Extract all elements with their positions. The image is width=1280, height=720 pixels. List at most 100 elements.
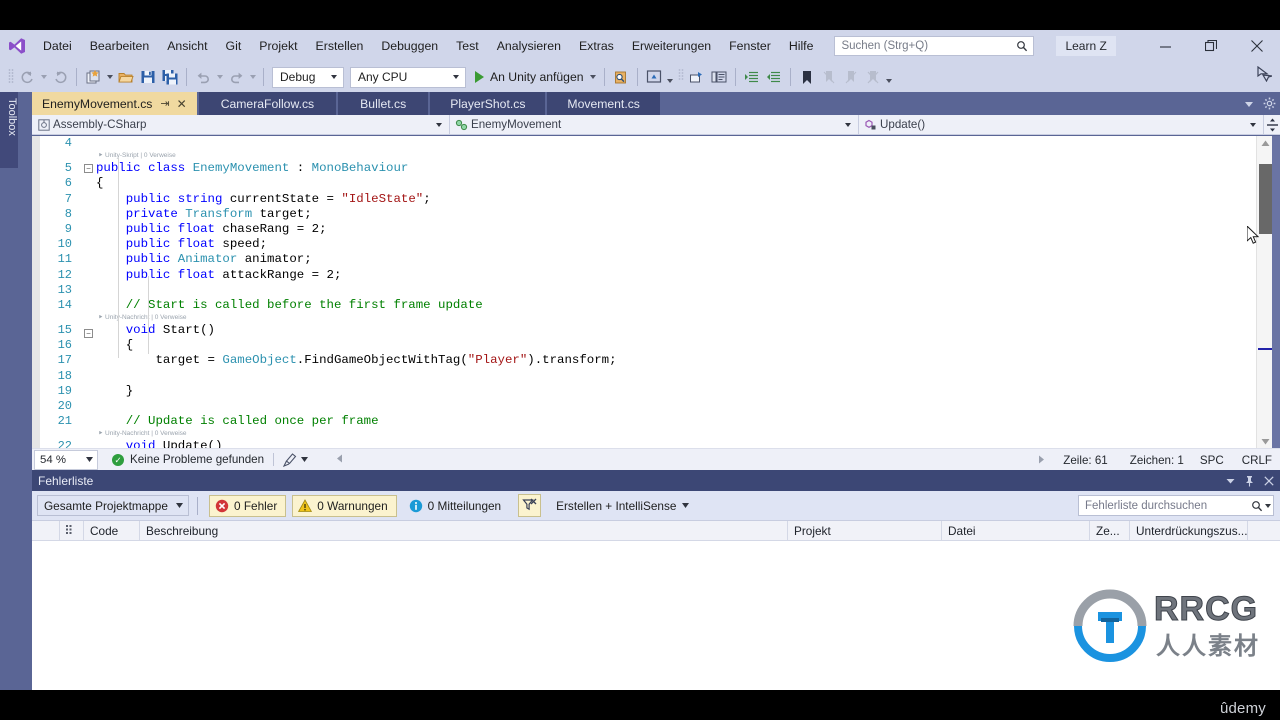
close-button[interactable] — [1234, 30, 1280, 62]
gear-icon[interactable] — [1260, 94, 1278, 114]
column-header-unterdr-ckungszus[interactable]: Unterdrückungszus... — [1130, 521, 1248, 540]
messages-filter-button[interactable]: 0 Mitteilungen — [403, 495, 510, 517]
code-line[interactable]: // Update is called once per frame — [96, 414, 1248, 429]
code-line[interactable]: public Animator animator; — [96, 252, 1248, 267]
code-line[interactable] — [96, 136, 1248, 151]
scroll-up-icon[interactable] — [1257, 136, 1273, 150]
code-surface[interactable]: 45678910111213141516171819202122 −−− ⯈ U… — [40, 136, 1248, 448]
menu-ansicht[interactable]: Ansicht — [158, 30, 216, 62]
live-share-dropdown-icon[interactable] — [665, 70, 676, 92]
menu-test[interactable]: Test — [447, 30, 488, 62]
next-bookmark-icon[interactable] — [840, 66, 862, 88]
codelens-annotation[interactable]: ⯈ Unity-Skript | 0 Verweise — [96, 151, 1248, 161]
code-text[interactable]: ⯈ Unity-Skript | 0 Verweise public class … — [96, 136, 1248, 448]
column-header-beschreibung[interactable]: Beschreibung — [140, 521, 788, 540]
code-line[interactable]: public float speed; — [96, 237, 1248, 252]
code-line[interactable] — [96, 283, 1248, 298]
fold-gutter[interactable]: −−− — [84, 136, 96, 448]
increase-indent-icon[interactable] — [741, 66, 763, 88]
code-line[interactable]: { — [96, 176, 1248, 191]
navbar-type-combo[interactable]: EnemyMovement — [450, 115, 859, 134]
save-icon[interactable] — [137, 66, 159, 88]
code-line[interactable]: target = GameObject.FindGameObjectWithTa… — [96, 353, 1248, 368]
column-header-datei[interactable]: Datei — [942, 521, 1090, 540]
zoom-level-combo[interactable]: 54 % — [34, 449, 98, 470]
undo-icon[interactable] — [192, 66, 214, 88]
pin-icon[interactable]: ⇥ — [160, 97, 169, 110]
redo-dropdown-icon[interactable] — [247, 66, 258, 88]
column-header-ze[interactable]: Ze... — [1090, 521, 1130, 540]
code-line[interactable]: private Transform target; — [96, 207, 1248, 222]
navigate-back-dropdown-icon[interactable] — [38, 66, 49, 88]
fold-cell[interactable]: − — [84, 164, 96, 179]
navigate-back-icon[interactable] — [16, 66, 38, 88]
close-icon[interactable]: ✕ — [177, 98, 187, 110]
menu-git[interactable]: Git — [217, 30, 251, 62]
scroll-right-icon[interactable] — [1037, 454, 1045, 467]
tab-enemymovement-cs[interactable]: EnemyMovement.cs ⇥ ✕ — [32, 92, 197, 115]
menu-analysieren[interactable]: Analysieren — [488, 30, 570, 62]
code-line[interactable]: public class EnemyMovement : MonoBehavio… — [96, 161, 1248, 176]
code-line[interactable]: void Start() — [96, 323, 1248, 338]
fold-cell[interactable]: − — [84, 329, 96, 344]
build-intellisense-combo[interactable]: Erstellen + IntelliSense — [551, 495, 696, 516]
tab-movement-cs[interactable]: Movement.cs — [547, 92, 660, 115]
menu-hilfe[interactable]: Hilfe — [780, 30, 823, 62]
clear-filter-icon[interactable] — [518, 494, 542, 517]
step-into-icon[interactable] — [686, 66, 708, 88]
save-all-icon[interactable] — [159, 66, 181, 88]
scroll-down-icon[interactable] — [1257, 434, 1273, 448]
code-line[interactable]: public float attackRange = 2; — [96, 268, 1248, 283]
error-list-search-input[interactable]: Fehlerliste durchsuchen — [1078, 495, 1274, 516]
warnings-filter-button[interactable]: 0 Warnungen — [292, 494, 397, 517]
toolbar-overflow-icon[interactable] — [884, 70, 895, 92]
close-icon[interactable] — [1259, 470, 1278, 491]
errors-filter-button[interactable]: 0 Fehler — [209, 494, 287, 517]
menu-erweiterungen[interactable]: Erweiterungen — [623, 30, 720, 62]
minimize-button[interactable] — [1142, 30, 1188, 62]
scroll-left-icon[interactable] — [336, 453, 344, 466]
chevron-down-icon[interactable] — [1265, 503, 1271, 508]
pin-icon[interactable] — [1240, 470, 1259, 491]
active-files-dropdown-icon[interactable] — [1240, 94, 1258, 114]
navigate-forward-icon[interactable] — [49, 66, 71, 88]
menu-fenster[interactable]: Fenster — [720, 30, 780, 62]
chevron-down-icon[interactable] — [1221, 470, 1240, 491]
solution-configuration-combo[interactable]: Debug — [272, 66, 344, 88]
find-in-files-icon[interactable] — [610, 66, 632, 88]
column-header-blank[interactable] — [32, 521, 60, 540]
code-line[interactable]: } — [96, 384, 1248, 399]
attach-to-unity-button[interactable]: An Unity anfügen — [469, 66, 588, 88]
code-line[interactable] — [96, 369, 1248, 384]
attach-dropdown-icon[interactable] — [588, 66, 599, 88]
code-line[interactable]: public string currentState = "IdleState"… — [96, 192, 1248, 207]
menu-debuggen[interactable]: Debuggen — [372, 30, 447, 62]
new-project-dropdown-icon[interactable] — [104, 66, 115, 88]
column-header-projekt[interactable]: Projekt — [788, 521, 942, 540]
global-search-input[interactable]: Suchen (Strg+Q) — [834, 36, 1035, 56]
new-project-icon[interactable] — [82, 66, 104, 88]
previous-bookmark-icon[interactable] — [818, 66, 840, 88]
code-cleanup-button[interactable] — [283, 452, 309, 467]
editor-vertical-scrollbar[interactable] — [1256, 136, 1272, 448]
restore-button[interactable] — [1188, 30, 1234, 62]
clear-bookmarks-icon[interactable] — [862, 66, 884, 88]
redo-icon[interactable] — [225, 66, 247, 88]
code-line[interactable]: { — [96, 338, 1248, 353]
code-line[interactable]: // Start is called before the first fram… — [96, 298, 1248, 313]
toolbar-grip[interactable] — [6, 68, 16, 86]
code-line[interactable] — [96, 399, 1248, 414]
tab-playershot-cs[interactable]: PlayerShot.cs — [430, 92, 546, 115]
codelens-annotation[interactable]: ⯈ Unity-Nachricht | 0 Verweise — [96, 429, 1248, 439]
solution-platform-combo[interactable]: Any CPU — [350, 66, 466, 88]
account-button[interactable]: Learn Z — [1056, 36, 1116, 56]
column-header-code[interactable]: Code — [84, 521, 140, 540]
codelens-annotation[interactable]: ⯈ Unity-Nachricht | 0 Verweise — [96, 313, 1248, 323]
column-header-blank[interactable] — [60, 521, 84, 540]
decrease-indent-icon[interactable] — [763, 66, 785, 88]
open-file-icon[interactable] — [115, 66, 137, 88]
fold-collapse-icon[interactable]: − — [84, 164, 93, 174]
navbar-member-combo[interactable]: Update() — [859, 115, 1264, 134]
scroll-thumb[interactable] — [1259, 164, 1272, 234]
live-share-icon[interactable] — [643, 66, 665, 88]
